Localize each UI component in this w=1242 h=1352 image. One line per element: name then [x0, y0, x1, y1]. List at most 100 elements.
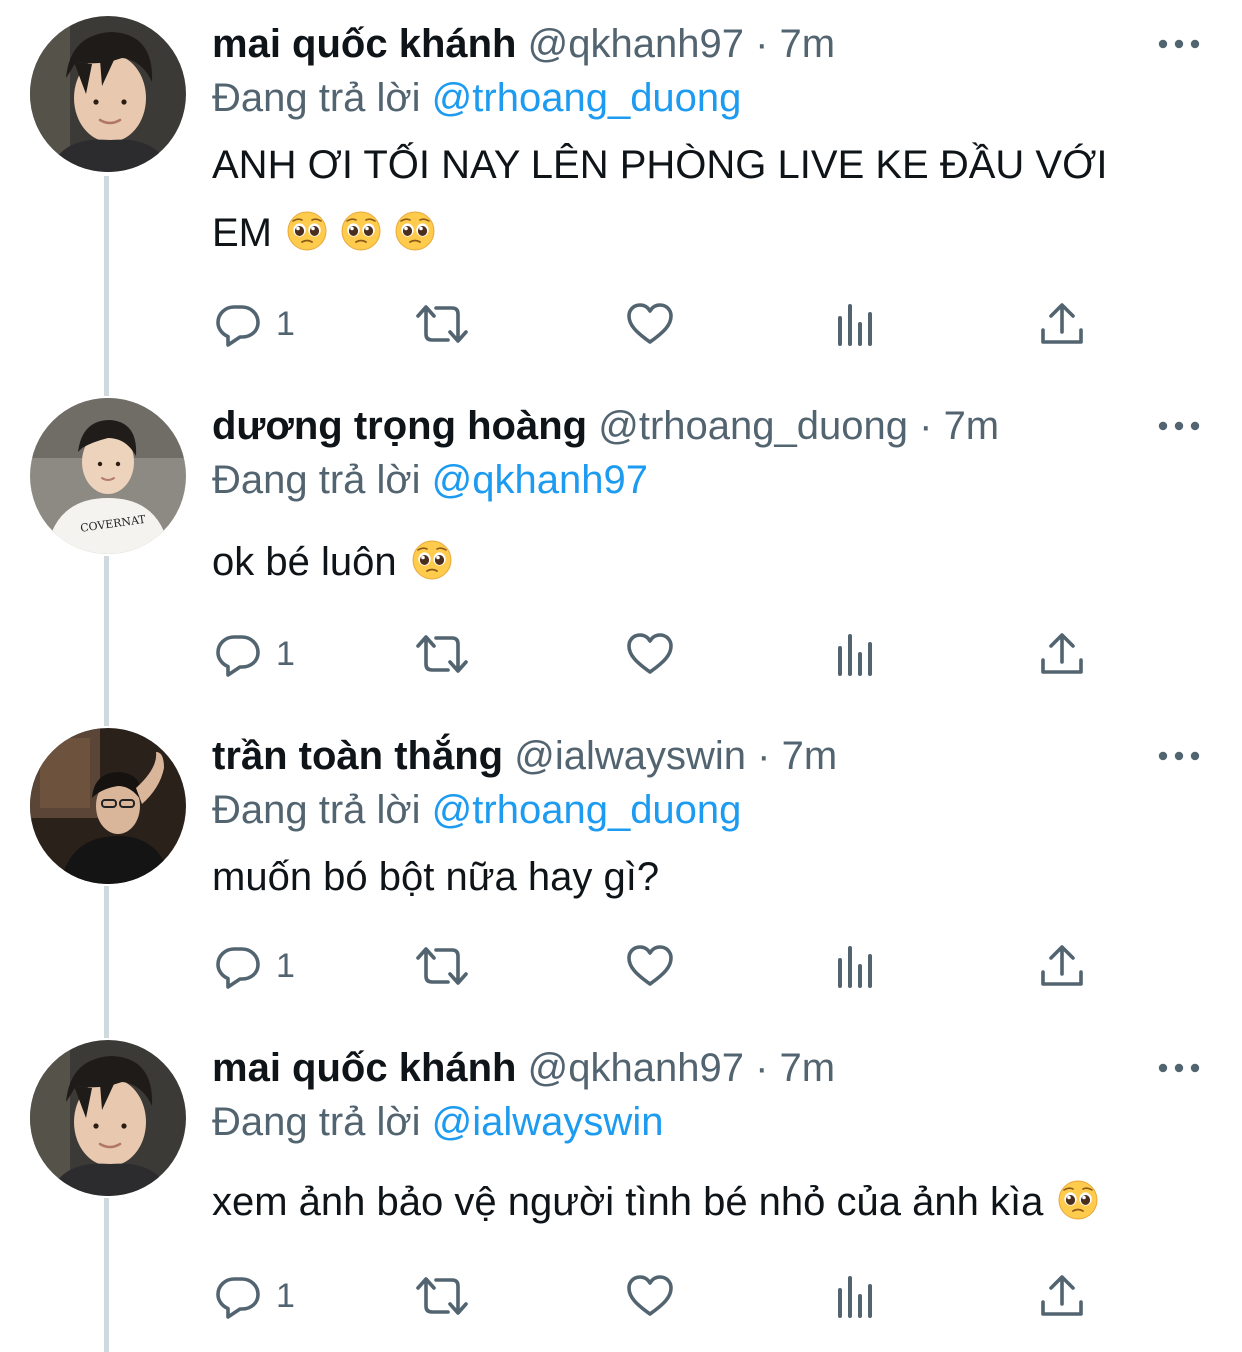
tweet-header: mai quốc khánh @qkhanh97 · 7m [212, 1040, 835, 1096]
tweet-text-fragment: ok bé luôn [212, 540, 397, 584]
analytics-bars-icon [832, 300, 880, 348]
like-button[interactable] [626, 294, 674, 354]
reply-count: 1 [276, 634, 295, 673]
pleading-face-emoji [394, 210, 436, 252]
reply-context: Đang trả lời @ialwayswin [212, 1094, 663, 1150]
retweet-icon [412, 300, 472, 348]
more-horizontal-icon[interactable] [1156, 412, 1202, 440]
separator: · [919, 404, 933, 448]
mention-link[interactable]: @trhoang_duong [432, 76, 742, 120]
share-button[interactable] [1038, 1266, 1086, 1326]
avatar[interactable] [30, 1040, 186, 1196]
reply-count: 1 [276, 946, 295, 985]
timestamp[interactable]: 7m [782, 734, 838, 778]
tweet-text-line: ANH ƠI TỐI NAY LÊN PHÒNG LIVE KE ĐẦU VỚI [212, 143, 1108, 187]
reply-button[interactable]: 1 [214, 936, 295, 996]
retweet-icon [412, 942, 472, 990]
tweet-header: mai quốc khánh @qkhanh97 · 7m [212, 16, 835, 72]
like-button[interactable] [626, 1266, 674, 1326]
heart-icon [626, 1272, 674, 1320]
more-horizontal-icon[interactable] [1156, 30, 1202, 58]
tweet-text-line: xem ảnh bảo vệ người tình bé nhỏ của ảnh… [212, 1168, 1192, 1236]
more-horizontal-icon[interactable] [1156, 1054, 1202, 1082]
user-handle[interactable]: @ialwayswin [514, 734, 746, 778]
reply-prefix: Đang trả lời [212, 76, 421, 120]
tweet[interactable]: COVERNAT dương trọng hoàng @trhoang_duon… [0, 398, 1242, 698]
action-bar: 1 [212, 294, 1092, 354]
like-button[interactable] [626, 624, 674, 684]
timestamp[interactable]: 7m [780, 1046, 836, 1090]
action-bar: 1 [212, 1266, 1092, 1326]
tweet[interactable]: mai quốc khánh @qkhanh97 · 7m Đang trả l… [0, 1040, 1242, 1340]
tweet-text: xem ảnh bảo vệ người tình bé nhỏ của ảnh… [212, 1168, 1192, 1236]
reply-bubble-icon [214, 630, 262, 678]
analytics-bars-icon [832, 630, 880, 678]
tweet-text-line: muốn bó bột nữa hay gì? [212, 855, 660, 899]
retweet-button[interactable] [412, 1266, 472, 1326]
views-button[interactable] [832, 294, 880, 354]
reply-bubble-icon [214, 1272, 262, 1320]
tweet-text: ANH ƠI TỐI NAY LÊN PHÒNG LIVE KE ĐẦU VỚI… [212, 131, 1192, 267]
views-button[interactable] [832, 1266, 880, 1326]
views-button[interactable] [832, 624, 880, 684]
share-upload-icon [1038, 1272, 1086, 1320]
user-handle[interactable]: @trhoang_duong [598, 404, 908, 448]
user-handle[interactable]: @qkhanh97 [528, 1046, 744, 1090]
reply-button[interactable]: 1 [214, 294, 295, 354]
action-bar: 1 [212, 624, 1092, 684]
tweet[interactable]: trần toàn thắng @ialwayswin · 7m Đang tr… [0, 728, 1242, 1018]
reply-count: 1 [276, 1276, 295, 1315]
avatar[interactable]: COVERNAT [30, 398, 186, 554]
share-upload-icon [1038, 630, 1086, 678]
display-name[interactable]: trần toàn thắng [212, 734, 503, 778]
timestamp[interactable]: 7m [944, 404, 1000, 448]
mention-link[interactable]: @qkhanh97 [432, 458, 648, 502]
pleading-face-emoji [286, 210, 328, 252]
retweet-icon [412, 630, 472, 678]
reply-button[interactable]: 1 [214, 624, 295, 684]
mention-link[interactable]: @ialwayswin [432, 1100, 664, 1144]
heart-icon [626, 300, 674, 348]
like-button[interactable] [626, 936, 674, 996]
tweet[interactable]: mai quốc khánh @qkhanh97 · 7m Đang trả l… [0, 16, 1242, 366]
reply-context: Đang trả lời @qkhanh97 [212, 452, 648, 508]
action-bar: 1 [212, 936, 1092, 996]
share-upload-icon [1038, 300, 1086, 348]
tweet-header: dương trọng hoàng @trhoang_duong · 7m [212, 398, 999, 454]
retweet-button[interactable] [412, 294, 472, 354]
share-button[interactable] [1038, 936, 1086, 996]
reply-prefix: Đang trả lời [212, 788, 421, 832]
timestamp[interactable]: 7m [780, 22, 836, 66]
display-name[interactable]: mai quốc khánh [212, 22, 517, 66]
reply-count: 1 [276, 304, 295, 343]
display-name[interactable]: dương trọng hoàng [212, 404, 587, 448]
retweet-button[interactable] [412, 936, 472, 996]
tweet-header: trần toàn thắng @ialwayswin · 7m [212, 728, 837, 784]
tweet-text-line: EM [212, 199, 1192, 267]
separator: · [755, 22, 769, 66]
reply-button[interactable]: 1 [214, 1266, 295, 1326]
retweet-button[interactable] [412, 624, 472, 684]
tweet-text: muốn bó bột nữa hay gì? [212, 843, 1192, 911]
analytics-bars-icon [832, 942, 880, 990]
reply-bubble-icon [214, 942, 262, 990]
reply-context: Đang trả lời @trhoang_duong [212, 70, 741, 126]
more-horizontal-icon[interactable] [1156, 742, 1202, 770]
avatar[interactable] [30, 16, 186, 172]
heart-icon [626, 630, 674, 678]
pleading-face-emoji [340, 210, 382, 252]
separator: · [757, 734, 771, 778]
share-button[interactable] [1038, 294, 1086, 354]
display-name[interactable]: mai quốc khánh [212, 1046, 517, 1090]
tweet-text-line: ok bé luôn [212, 528, 1192, 596]
tweet-text-fragment: xem ảnh bảo vệ người tình bé nhỏ của ảnh… [212, 1180, 1044, 1224]
pleading-face-emoji [411, 539, 453, 581]
heart-icon [626, 942, 674, 990]
pleading-face-emoji [1057, 1179, 1099, 1221]
user-handle[interactable]: @qkhanh97 [528, 22, 744, 66]
views-button[interactable] [832, 936, 880, 996]
mention-link[interactable]: @trhoang_duong [432, 788, 742, 832]
avatar[interactable] [30, 728, 186, 884]
share-button[interactable] [1038, 624, 1086, 684]
reply-prefix: Đang trả lời [212, 1100, 421, 1144]
